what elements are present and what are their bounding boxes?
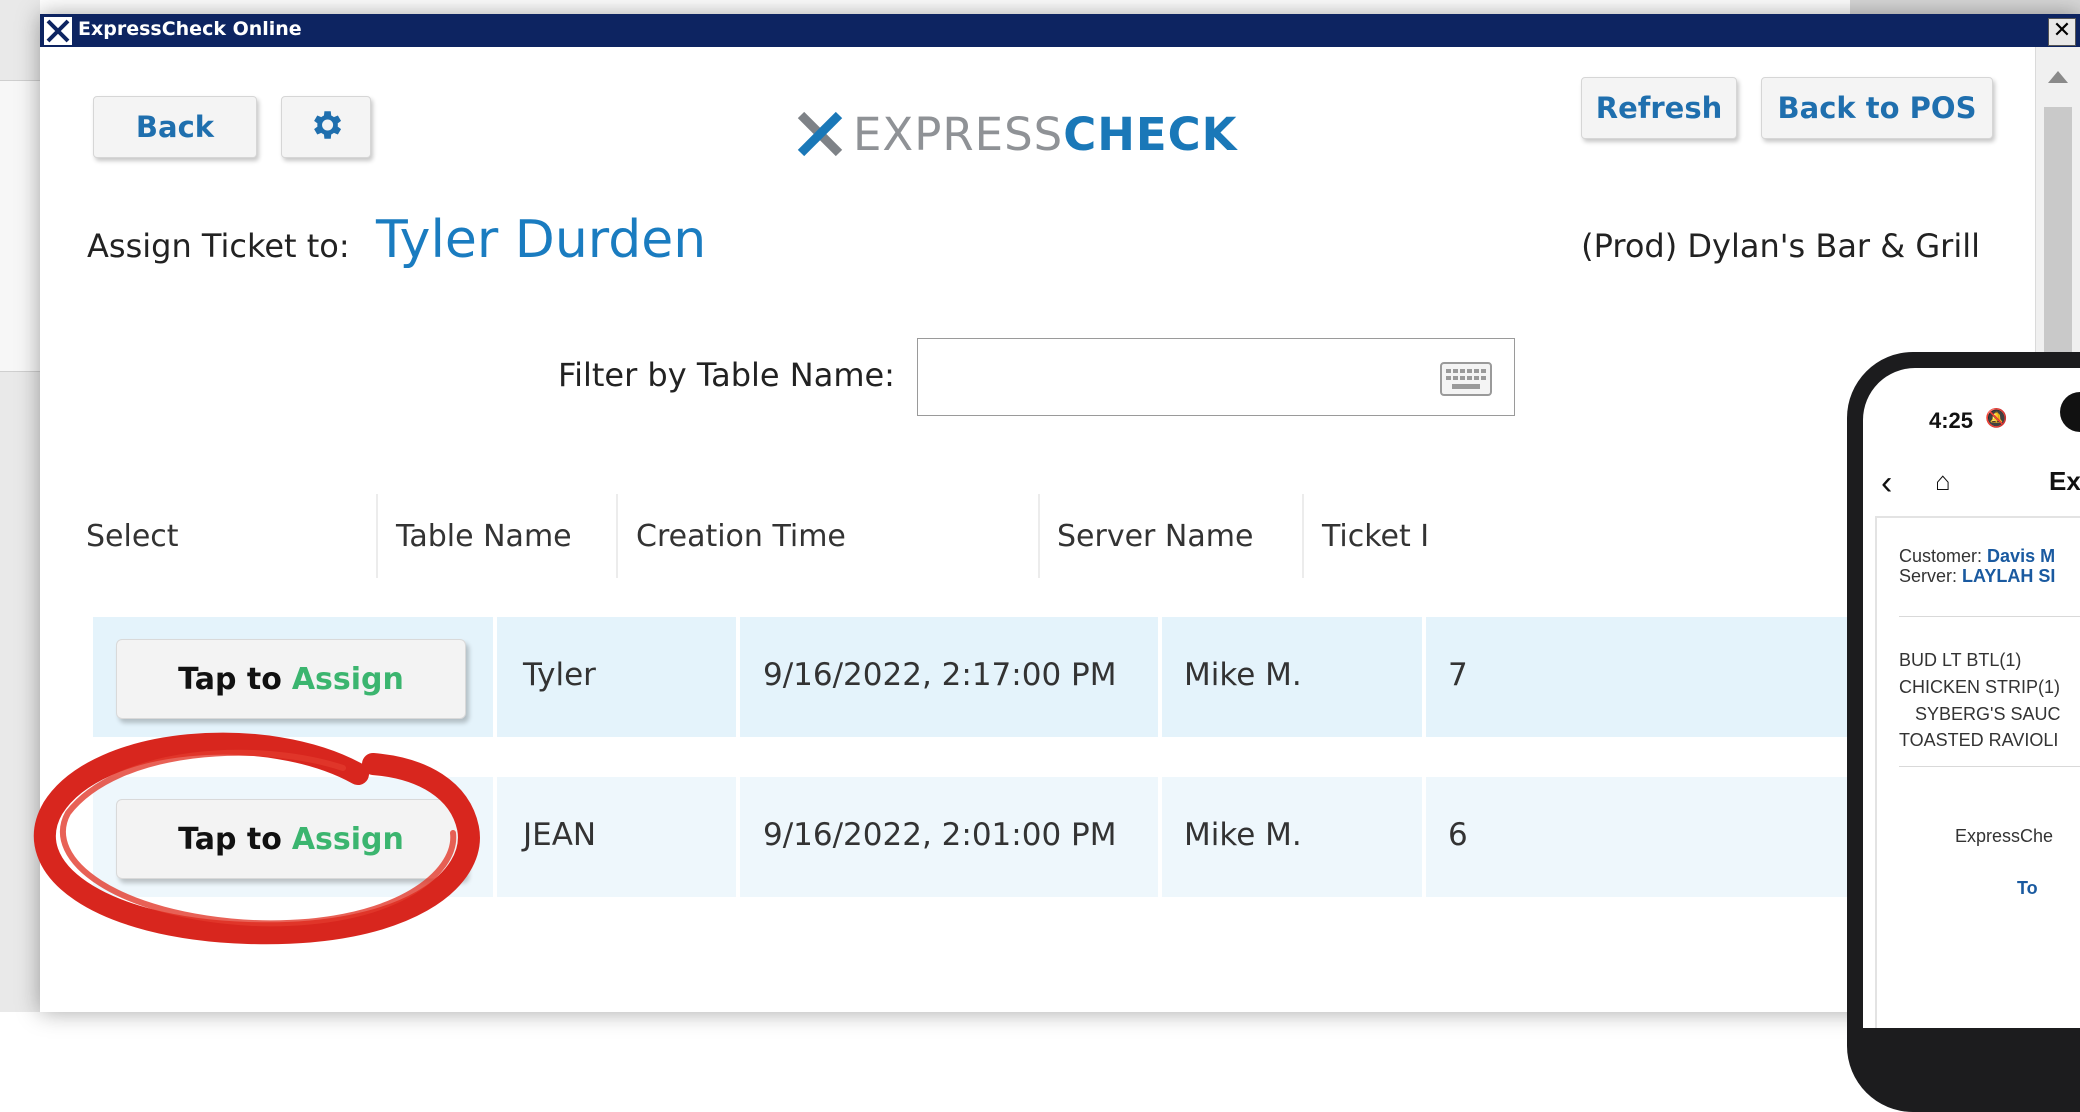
expresscheck-window: ExpressCheck Online ✕ Back EXPRESSCHECK … [40, 14, 2080, 1012]
phone-customer-line: Customer: Davis M [1899, 546, 2055, 567]
phone-status-time: 4:25 [1929, 408, 1974, 433]
chevron-left-icon[interactable]: ‹ [1881, 464, 1892, 503]
filter-label: Filter by Table Name: [558, 356, 895, 394]
tap-to-label: Tap to [178, 821, 282, 857]
logo-x-icon [797, 111, 843, 157]
phone-item: BUD LT BTL(1) [1899, 650, 2022, 670]
table-name-cell: JEAN [523, 817, 597, 853]
phone-screen: 4:25 🔕 ‹ ⌂ Ex Customer: Davis M Server: … [1863, 368, 2080, 1028]
assign-ticket-label: Assign Ticket to: [87, 227, 350, 265]
location-name: (Prod) Dylan's Bar & Grill [1581, 227, 1980, 265]
column-header-creation-time: Creation Time [636, 519, 846, 554]
close-icon[interactable]: ✕ [2048, 18, 2076, 46]
cell-separator [1158, 617, 1162, 737]
column-divider [1302, 494, 1304, 578]
server-name-cell: Mike M. [1184, 817, 1302, 853]
phone-server-value: LAYLAH SI [1962, 566, 2056, 586]
cell-separator [493, 617, 497, 737]
tap-to-label: Tap to [178, 661, 282, 697]
scroll-thumb[interactable] [2044, 107, 2072, 377]
expresscheck-logo: EXPRESSCHECK [795, 104, 1238, 164]
phone-server-label: Server: [1899, 566, 1958, 586]
refresh-button[interactable]: Refresh [1581, 77, 1737, 139]
assignee-name: Tyler Durden [376, 210, 707, 270]
gear-icon [307, 106, 345, 148]
phone-item-modifier: SYBERG'S SAUC [1915, 704, 2061, 724]
tap-to-assign-button[interactable]: Tap to Assign [116, 639, 466, 719]
window-title: ExpressCheck Online [78, 18, 302, 40]
cell-separator [736, 617, 740, 737]
keyboard-icon[interactable] [1440, 362, 1492, 396]
server-name-cell: Mike M. [1184, 657, 1302, 693]
column-header-select: Select [86, 519, 179, 554]
column-header-ticket: Ticket I [1322, 519, 1430, 554]
bell-muted-icon: 🔕 [1985, 408, 2008, 428]
phone-customer-value: Davis M [1987, 546, 2056, 566]
phone-ticket-card [1875, 516, 2080, 1028]
column-divider [616, 494, 618, 578]
table-row[interactable]: Tap to Assign JEAN 9/16/2022, 2:01:00 PM … [93, 777, 1893, 897]
cell-separator [1422, 617, 1426, 737]
creation-time-cell: 9/16/2022, 2:01:00 PM [763, 817, 1117, 853]
back-button[interactable]: Back [93, 96, 257, 158]
table-name-cell: Tyler [523, 657, 596, 693]
scroll-up-icon[interactable] [2048, 71, 2068, 83]
phone-server-line: Server: LAYLAH SI [1899, 566, 2055, 587]
assign-label: Assign [291, 661, 404, 697]
phone-item: CHICKEN STRIP(1) [1899, 677, 2061, 697]
phone-divider [1899, 616, 2080, 617]
column-divider [1038, 494, 1040, 578]
cell-separator [493, 777, 497, 897]
assign-label: Assign [291, 821, 404, 857]
cell-separator [1422, 777, 1426, 897]
ticket-cell: 7 [1448, 657, 1468, 693]
creation-time-cell: 9/16/2022, 2:17:00 PM [763, 657, 1117, 693]
tap-to-assign-button[interactable]: Tap to Assign [116, 799, 466, 879]
background-window-edge [0, 80, 40, 372]
logo-check-text: CHECK [1063, 107, 1238, 161]
ticket-cell: 6 [1448, 817, 1468, 853]
phone-dynamic-island [2060, 392, 2080, 432]
background-window-strip [1850, 0, 2080, 14]
back-to-pos-button[interactable]: Back to POS [1761, 77, 1993, 139]
phone-customer-label: Customer: [1899, 546, 1983, 566]
column-header-server-name: Server Name [1057, 519, 1254, 554]
column-divider [376, 494, 378, 578]
phone-footer-text: ExpressChe [1955, 826, 2054, 846]
settings-button[interactable] [281, 96, 371, 158]
table-row[interactable]: Tap to Assign Tyler 9/16/2022, 2:17:00 PM… [93, 617, 1893, 737]
cell-separator [736, 777, 740, 897]
home-icon[interactable]: ⌂ [1935, 466, 1951, 497]
table-name-filter-input[interactable] [917, 338, 1515, 416]
cell-separator [1158, 777, 1162, 897]
logo-express-text: EXPRESS [853, 107, 1064, 161]
phone-page-title: Ex [2049, 466, 2080, 496]
phone-bottom-text: To [2017, 878, 2038, 898]
phone-item: TOASTED RAVIOLI [1899, 730, 2059, 750]
phone-divider [1899, 766, 2080, 767]
title-bar: ExpressCheck Online ✕ [40, 14, 2080, 47]
app-logo-icon [44, 17, 72, 45]
column-header-table-name: Table Name [396, 519, 572, 554]
